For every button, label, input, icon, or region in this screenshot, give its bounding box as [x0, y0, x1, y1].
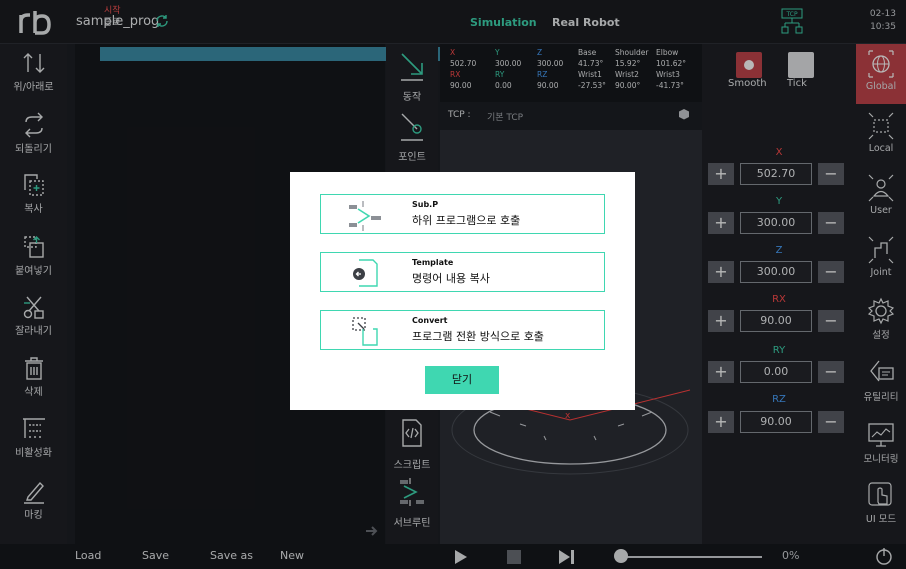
template-icon — [353, 259, 378, 287]
subprogram-desc: 하위 프로그램으로 호출 — [412, 214, 521, 227]
convert-option[interactable]: Convert 프로그램 전환 방식으로 호출 — [320, 310, 605, 350]
template-option[interactable]: Template 명령어 내용 복사 — [320, 252, 605, 292]
convert-title: Convert — [412, 316, 448, 325]
template-desc: 명령어 내용 복사 — [412, 272, 490, 285]
subprogram-icon — [349, 201, 381, 231]
call-type-dialog: Sub.P 하위 프로그램으로 호출 Template 명령어 내용 복사 Co… — [290, 172, 635, 410]
subprogram-option[interactable]: Sub.P 하위 프로그램으로 호출 — [320, 194, 605, 234]
template-title: Template — [412, 258, 454, 267]
convert-desc: 프로그램 전환 방식으로 호출 — [412, 330, 544, 343]
close-button[interactable]: 닫기 — [425, 366, 499, 394]
convert-icon — [352, 317, 378, 346]
subprogram-title: Sub.P — [412, 200, 439, 209]
